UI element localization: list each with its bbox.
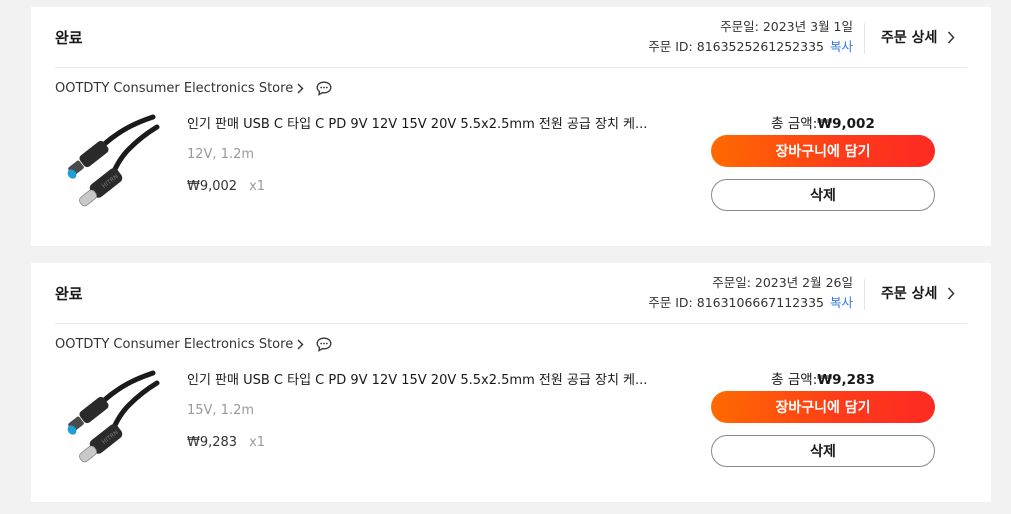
chevron-right-icon[interactable] [297, 83, 304, 94]
divider [55, 323, 967, 324]
order-detail-link[interactable]: 주문 상세 [881, 27, 955, 47]
order-meta: 주문일: 2023년 2월 26일 주문 ID: 816310666711233… [648, 273, 853, 313]
chevron-right-icon[interactable] [297, 339, 304, 350]
product-quantity: x1 [249, 435, 266, 450]
product-price: ₩9,283 [187, 435, 238, 450]
total-amount: ₩9,002 [817, 116, 875, 132]
chevron-right-icon [948, 30, 955, 44]
order-total: 총 금액:₩9,283 [711, 368, 935, 388]
product-variant: 12V, 1.2m [187, 147, 255, 162]
store-row: OOTDTY Consumer Electronics Store [55, 337, 332, 352]
order-status: 완료 [55, 29, 83, 47]
product-quantity: x1 [249, 179, 266, 194]
order-id-row: 주문 ID: 8163106667112335 복사 [648, 293, 853, 313]
product-title-link[interactable]: 인기 판매 USB C 타입 C PD 9V 12V 15V 20V 5.5x2… [187, 369, 647, 388]
total-label: 총 금액: [771, 372, 818, 388]
store-name-link[interactable]: OOTDTY Consumer Electronics Store [55, 81, 293, 96]
divider [864, 23, 865, 54]
order-card: 완료 주문일: 2023년 2월 26일 주문 ID: 816310666711… [31, 263, 991, 502]
order-id: 주문 ID: 8163106667112335 [648, 295, 824, 310]
order-detail-label: 주문 상세 [881, 30, 938, 46]
chat-bubble-icon[interactable] [316, 81, 332, 96]
order-date: 주문일: 2023년 2월 26일 [712, 275, 853, 290]
add-to-cart-button[interactable]: 장바구니에 담기 [711, 391, 935, 423]
store-name-link[interactable]: OOTDTY Consumer Electronics Store [55, 337, 293, 352]
product-price-row: ₩9,283 x1 [187, 435, 265, 450]
order-detail-link[interactable]: 주문 상세 [881, 283, 955, 303]
product-variant: 15V, 1.2m [187, 403, 255, 418]
copy-order-id-button[interactable]: 복사 [830, 295, 853, 310]
product-title-link[interactable]: 인기 판매 USB C 타입 C PD 9V 12V 15V 20V 5.5x2… [187, 113, 647, 132]
product-image[interactable]: HITRN [61, 111, 161, 221]
total-label: 총 금액: [771, 116, 818, 132]
divider [864, 279, 865, 310]
product-price-row: ₩9,002 x1 [187, 179, 265, 194]
chevron-right-icon [948, 286, 955, 300]
product-image[interactable]: HITRN [61, 367, 161, 477]
product-price: ₩9,002 [187, 179, 238, 194]
order-date: 주문일: 2023년 3월 1일 [720, 19, 853, 34]
divider [55, 67, 967, 68]
order-card: 완료 주문일: 2023년 3월 1일 주문 ID: 8163525261252… [31, 7, 991, 246]
order-total: 총 금액:₩9,002 [711, 112, 935, 132]
add-to-cart-button[interactable]: 장바구니에 담기 [711, 135, 935, 167]
order-status: 완료 [55, 285, 83, 303]
order-detail-label: 주문 상세 [881, 286, 938, 302]
store-row: OOTDTY Consumer Electronics Store [55, 81, 332, 96]
order-id-row: 주문 ID: 8163525261252335 복사 [648, 37, 853, 57]
chat-bubble-icon[interactable] [316, 337, 332, 352]
order-id: 주문 ID: 8163525261252335 [648, 39, 824, 54]
delete-order-button[interactable]: 삭제 [711, 435, 935, 467]
order-meta: 주문일: 2023년 3월 1일 주문 ID: 8163525261252335… [648, 17, 853, 57]
total-amount: ₩9,283 [817, 372, 875, 388]
delete-order-button[interactable]: 삭제 [711, 179, 935, 211]
copy-order-id-button[interactable]: 복사 [830, 39, 853, 54]
